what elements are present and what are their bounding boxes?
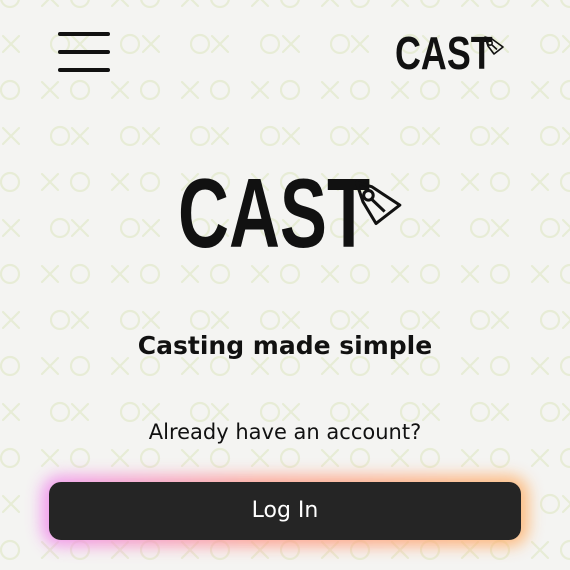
pen-nib-icon [484,36,504,55]
tagline: Casting made simple [137,331,433,360]
hamburger-menu-icon-middle [58,50,110,54]
login-button[interactable]: Log In [49,482,521,540]
header-logo-text: CAST [395,27,493,79]
app-header: CAST [0,0,570,100]
header-logo[interactable]: CAST [395,30,510,78]
account-prompt: Already have an account? [148,420,422,444]
menu-button[interactable] [56,30,112,78]
hero-logo: CAST [178,158,408,268]
hamburger-menu-icon-bottom [58,68,110,72]
hamburger-menu-icon [58,32,110,36]
pen-nib-icon [354,180,402,226]
hero-logo-text: CAST [178,158,371,268]
